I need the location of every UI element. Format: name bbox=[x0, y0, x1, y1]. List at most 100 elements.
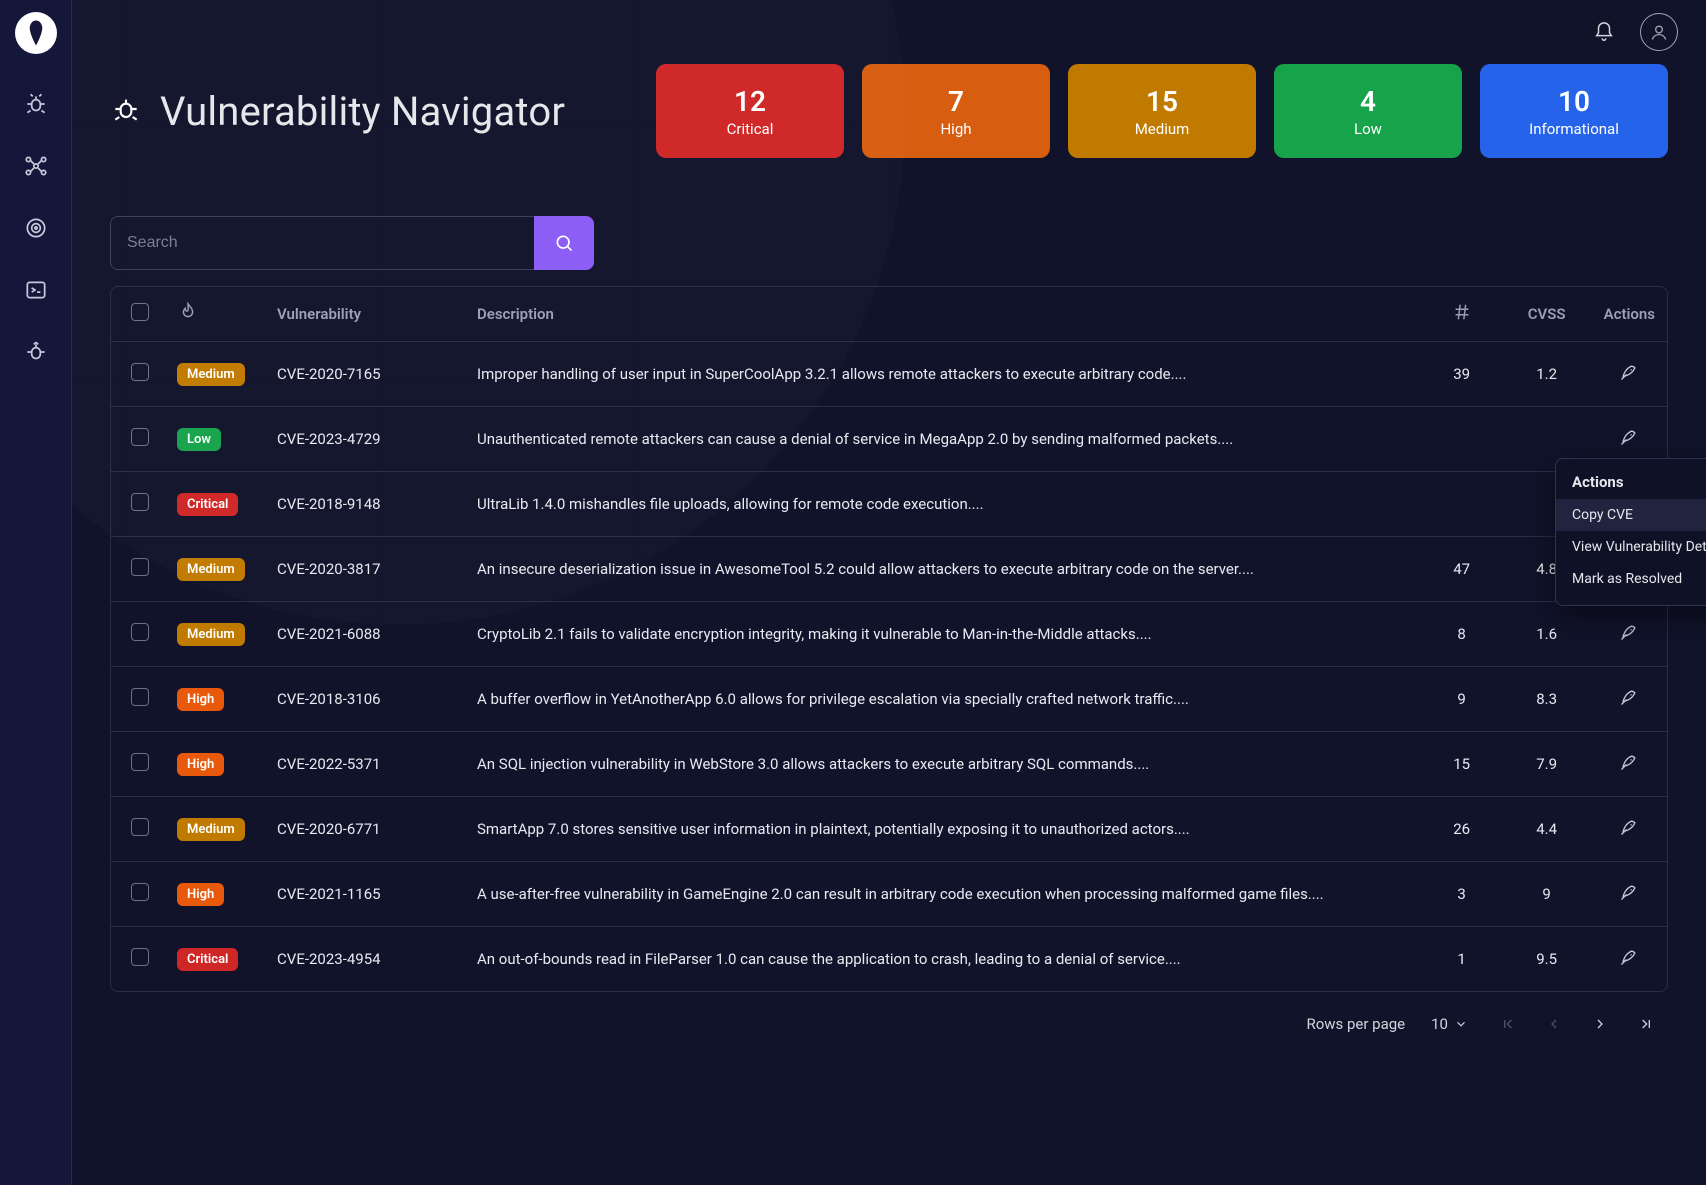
description-cell: SmartApp 7.0 stores sensitive user infor… bbox=[465, 797, 1422, 862]
select-all-checkbox[interactable] bbox=[131, 303, 149, 321]
col-description[interactable]: Description bbox=[465, 287, 1422, 342]
row-checkbox[interactable] bbox=[131, 623, 149, 641]
table-row[interactable]: LowCVE-2023-4729Unauthenticated remote a… bbox=[111, 407, 1667, 472]
count-cell: 8 bbox=[1422, 602, 1502, 667]
stat-value: 7 bbox=[948, 85, 964, 118]
severity-badge: High bbox=[177, 753, 224, 776]
rocket-action-icon[interactable] bbox=[1619, 752, 1639, 772]
search-input[interactable] bbox=[110, 216, 534, 270]
table-row[interactable]: MediumCVE-2021-6088CryptoLib 2.1 fails t… bbox=[111, 602, 1667, 667]
row-checkbox[interactable] bbox=[131, 818, 149, 836]
cve-id: CVE-2018-9148 bbox=[265, 472, 465, 537]
stat-label: High bbox=[940, 120, 971, 138]
rocket-action-icon[interactable] bbox=[1619, 362, 1639, 382]
cvss-cell: 7.9 bbox=[1502, 732, 1592, 797]
cve-id: CVE-2020-6771 bbox=[265, 797, 465, 862]
rows-per-page-value: 10 bbox=[1431, 1015, 1448, 1033]
row-checkbox[interactable] bbox=[131, 493, 149, 511]
stat-card-medium[interactable]: 15Medium bbox=[1068, 64, 1256, 158]
severity-badge: Medium bbox=[177, 558, 245, 581]
severity-badge: Medium bbox=[177, 818, 245, 841]
page-next-button[interactable] bbox=[1586, 1010, 1614, 1038]
bug-upload-icon[interactable] bbox=[14, 330, 58, 374]
topbar bbox=[72, 0, 1706, 64]
terminal-icon[interactable] bbox=[14, 268, 58, 312]
count-cell: 39 bbox=[1422, 342, 1502, 407]
description-cell: An SQL injection vulnerability in WebSto… bbox=[465, 732, 1422, 797]
rocket-action-icon[interactable] bbox=[1619, 687, 1639, 707]
description-cell: CryptoLib 2.1 fails to validate encrypti… bbox=[465, 602, 1422, 667]
severity-badge: Low bbox=[177, 428, 221, 451]
cve-id: CVE-2023-4729 bbox=[265, 407, 465, 472]
row-checkbox[interactable] bbox=[131, 428, 149, 446]
row-checkbox[interactable] bbox=[131, 363, 149, 381]
page-first-button[interactable] bbox=[1494, 1010, 1522, 1038]
bug-icon[interactable] bbox=[14, 82, 58, 126]
cvss-cell: 8.3 bbox=[1502, 667, 1592, 732]
stat-value: 10 bbox=[1558, 85, 1590, 118]
stat-value: 15 bbox=[1146, 85, 1178, 118]
cvss-cell: 4.4 bbox=[1502, 797, 1592, 862]
table-row[interactable]: MediumCVE-2020-3817An insecure deseriali… bbox=[111, 537, 1667, 602]
search-button[interactable] bbox=[534, 216, 594, 270]
bell-icon[interactable] bbox=[1586, 14, 1622, 50]
rocket-action-icon[interactable] bbox=[1619, 427, 1639, 447]
stat-card-critical[interactable]: 12Critical bbox=[656, 64, 844, 158]
table-row[interactable]: HighCVE-2018-3106A buffer overflow in Ye… bbox=[111, 667, 1667, 732]
rows-per-page-select[interactable]: 10 bbox=[1423, 1011, 1476, 1037]
table-row[interactable]: MediumCVE-2020-7165Improper handling of … bbox=[111, 342, 1667, 407]
table-row[interactable]: CriticalCVE-2018-9148UltraLib 1.4.0 mish… bbox=[111, 472, 1667, 537]
col-vulnerability[interactable]: Vulnerability bbox=[265, 287, 465, 342]
table-row[interactable]: High CVE-2021-1165A use-after-free vulner… bbox=[111, 862, 1667, 927]
severity-badge: High bbox=[177, 883, 224, 906]
flame-icon[interactable] bbox=[177, 301, 199, 323]
rocket-action-icon[interactable] bbox=[1619, 882, 1639, 902]
stat-card-high[interactable]: 7 High bbox=[862, 64, 1050, 158]
cve-id: CVE-2020-3817 bbox=[265, 537, 465, 602]
page-prev-button[interactable] bbox=[1540, 1010, 1568, 1038]
row-checkbox[interactable] bbox=[131, 753, 149, 771]
page-title: Vulnerability Navigator bbox=[160, 88, 565, 135]
target-icon[interactable] bbox=[14, 206, 58, 250]
cve-id: CVE-2021-1165 bbox=[265, 862, 465, 927]
vulnerability-table: Vulnerability Description CVSS Actions M… bbox=[110, 286, 1668, 992]
row-checkbox[interactable] bbox=[131, 948, 149, 966]
table-row[interactable]: HighCVE-2022-5371An SQL injection vulner… bbox=[111, 732, 1667, 797]
table-row[interactable]: CriticalCVE-2023-4954An out-of-bounds re… bbox=[111, 927, 1667, 992]
count-cell bbox=[1422, 407, 1502, 472]
row-checkbox[interactable] bbox=[131, 883, 149, 901]
table-row[interactable]: Medium CVE-2020-6771SmartApp 7.0 stores s… bbox=[111, 797, 1667, 862]
stat-card-informational[interactable]: 10 Informational bbox=[1480, 64, 1668, 158]
context-menu-item[interactable]: View Vulnerability Details bbox=[1556, 531, 1706, 563]
stat-label: Informational bbox=[1529, 120, 1619, 138]
severity-badge: Critical bbox=[177, 948, 238, 971]
stat-card-low[interactable]: 4Low bbox=[1274, 64, 1462, 158]
context-menu-title: Actions bbox=[1556, 469, 1706, 499]
description-cell: A use-after-free vulnerability in GameEn… bbox=[465, 862, 1422, 927]
bug-title-icon bbox=[110, 93, 142, 129]
app-logo[interactable] bbox=[15, 12, 57, 54]
cve-id: CVE-2021-6088 bbox=[265, 602, 465, 667]
description-cell: Improper handling of user input in Super… bbox=[465, 342, 1422, 407]
severity-badge: High bbox=[177, 688, 224, 711]
rocket-action-icon[interactable] bbox=[1619, 817, 1639, 837]
row-checkbox[interactable] bbox=[131, 558, 149, 576]
graph-icon[interactable] bbox=[14, 144, 58, 188]
hash-icon[interactable] bbox=[1451, 301, 1473, 323]
col-cvss[interactable]: CVSS bbox=[1502, 287, 1592, 342]
rocket-action-icon[interactable] bbox=[1619, 622, 1639, 642]
context-menu-item[interactable]: Mark as Resolved bbox=[1556, 563, 1706, 595]
page-last-button[interactable] bbox=[1632, 1010, 1660, 1038]
severity-badge: Medium bbox=[177, 363, 245, 386]
user-avatar[interactable] bbox=[1640, 13, 1678, 51]
count-cell: 15 bbox=[1422, 732, 1502, 797]
col-actions: Actions bbox=[1592, 287, 1667, 342]
stat-value: 4 bbox=[1360, 85, 1376, 118]
context-menu-item[interactable]: Copy CVE bbox=[1556, 499, 1706, 531]
cvss-cell: 1.6 bbox=[1502, 602, 1592, 667]
description-cell: UltraLib 1.4.0 mishandles file uploads, … bbox=[465, 472, 1422, 537]
stat-value: 12 bbox=[734, 85, 766, 118]
rocket-action-icon[interactable] bbox=[1619, 947, 1639, 967]
row-checkbox[interactable] bbox=[131, 688, 149, 706]
cve-id: CVE-2018-3106 bbox=[265, 667, 465, 732]
